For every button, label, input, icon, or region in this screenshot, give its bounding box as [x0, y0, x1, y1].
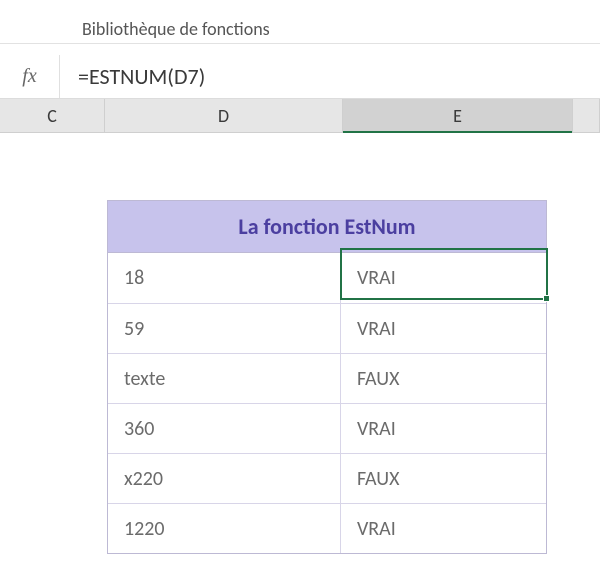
formula-input[interactable] — [60, 55, 600, 98]
table-row: 1220 VRAI — [108, 503, 546, 553]
input-cell[interactable]: x220 — [108, 454, 341, 503]
result-cell[interactable]: FAUX — [341, 354, 546, 403]
table-row: 18 VRAI — [108, 253, 546, 303]
input-cell[interactable]: 1220 — [108, 504, 341, 553]
column-header-e[interactable]: E — [343, 99, 573, 132]
column-headers: C D E — [0, 99, 600, 133]
example-table: La fonction EstNum 18 VRAI 59 VRAI texte… — [107, 200, 547, 554]
table-row: texte FAUX — [108, 353, 546, 403]
table-row: x220 FAUX — [108, 453, 546, 503]
table-row: 59 VRAI — [108, 303, 546, 353]
ribbon-group-label: Bibliothèque de fonctions — [82, 18, 270, 40]
result-cell[interactable]: VRAI — [341, 253, 546, 303]
column-header-d[interactable]: D — [105, 99, 343, 132]
worksheet-area[interactable]: La fonction EstNum 18 VRAI 59 VRAI texte… — [0, 133, 600, 562]
result-cell[interactable]: VRAI — [341, 304, 546, 353]
input-cell[interactable]: 18 — [108, 253, 341, 303]
result-cell[interactable]: VRAI — [341, 404, 546, 453]
table-title: La fonction EstNum — [108, 201, 546, 253]
column-header-next[interactable] — [573, 99, 600, 132]
result-cell[interactable]: FAUX — [341, 454, 546, 503]
insert-function-button[interactable]: fx — [0, 55, 60, 98]
input-cell[interactable]: 360 — [108, 404, 341, 453]
input-cell[interactable]: 59 — [108, 304, 341, 353]
table-row: 360 VRAI — [108, 403, 546, 453]
input-cell[interactable]: texte — [108, 354, 341, 403]
ribbon-separator — [0, 43, 600, 44]
result-cell[interactable]: VRAI — [341, 504, 546, 553]
column-header-c[interactable]: C — [0, 99, 105, 132]
formula-bar: fx — [0, 55, 600, 99]
